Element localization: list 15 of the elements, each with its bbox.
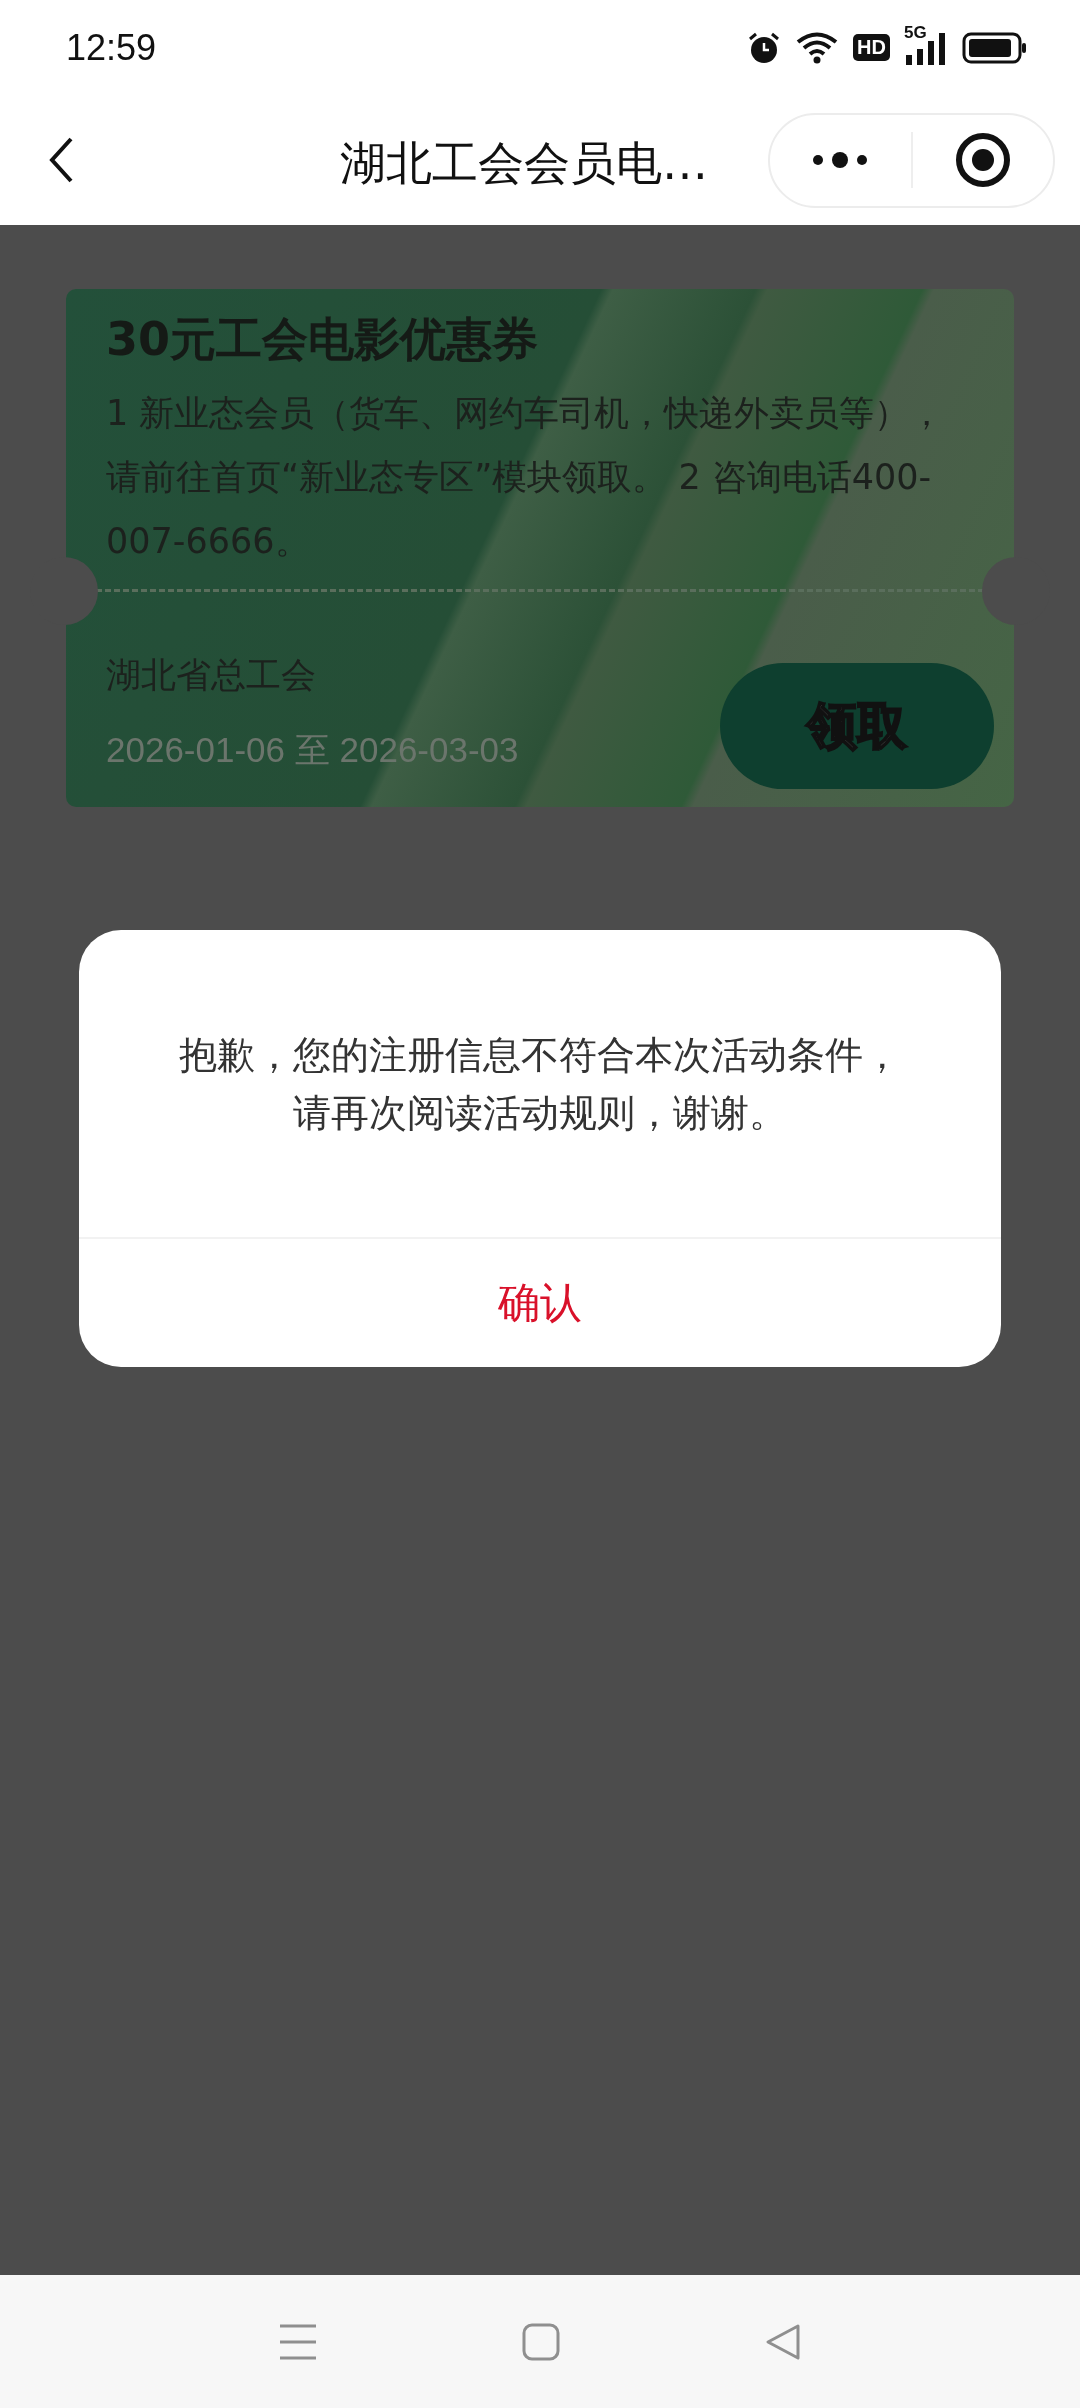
- page-title: 湖北工会会员电…: [340, 135, 708, 192]
- wifi-icon: [795, 30, 840, 65]
- confirm-button[interactable]: 确认: [79, 1239, 1001, 1367]
- alarm-clock-icon: [747, 30, 782, 65]
- menu-icon[interactable]: [279, 2322, 317, 2361]
- home-icon[interactable]: [522, 2322, 560, 2361]
- status-time: 12:59: [66, 26, 157, 69]
- battery-icon: [962, 31, 1028, 64]
- hd-badge: HD: [853, 34, 890, 61]
- dialog-message: 抱歉，您的注册信息不符合本次活动条件，请再次阅读活动规则，谢谢。: [178, 1031, 902, 1137]
- back-icon: [48, 136, 74, 184]
- target-icon: [954, 132, 1011, 188]
- back-nav-icon[interactable]: [765, 2322, 801, 2361]
- coupon-validity: 2026-01-06 至 2026-03-03: [106, 729, 520, 771]
- network-label: 5G: [904, 22, 927, 43]
